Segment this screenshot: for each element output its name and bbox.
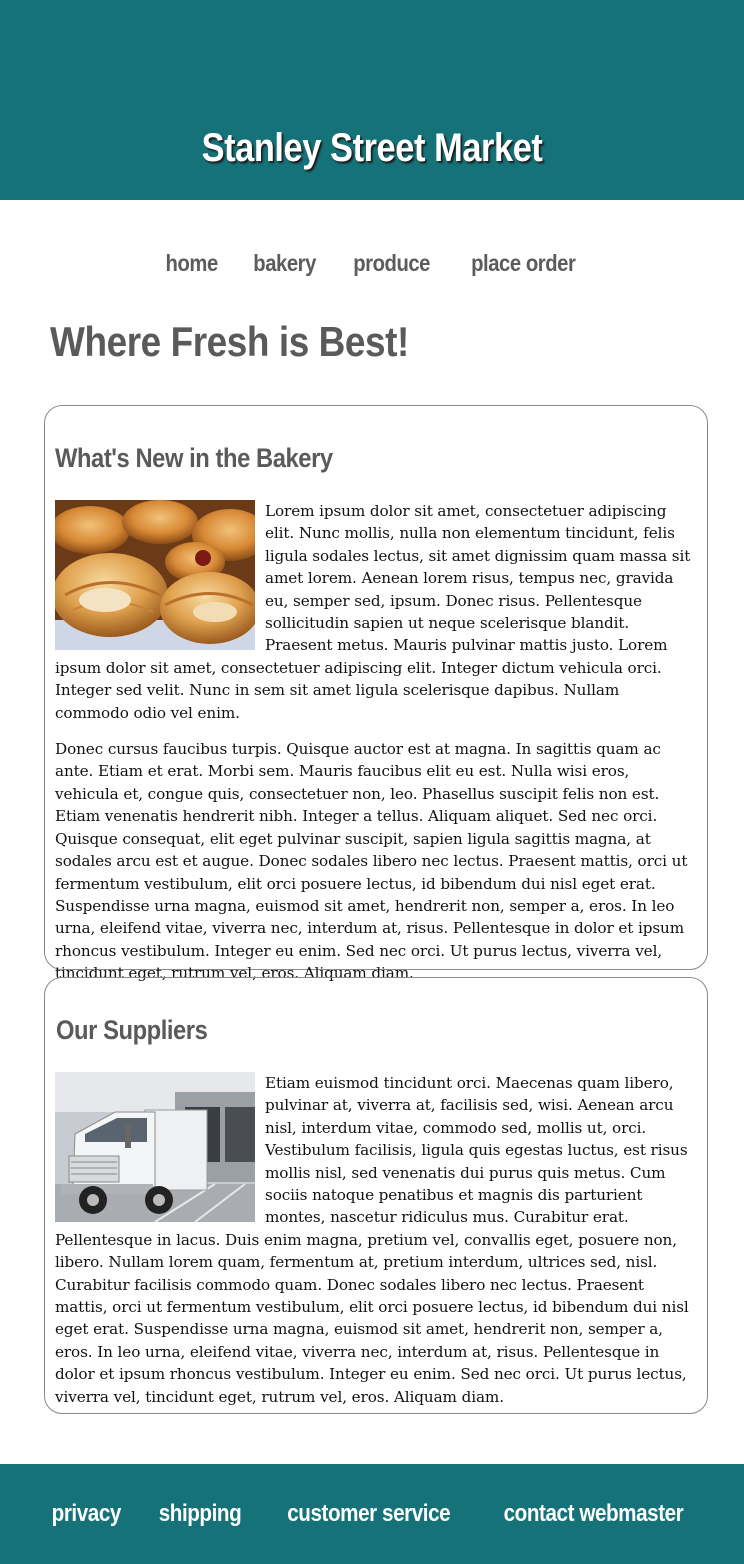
footer-nav: privacy shipping customer service contac… <box>0 1500 744 1528</box>
site-title: Stanley Street Market <box>201 126 543 170</box>
footer-link-contact-webmaster[interactable]: contact webmaster <box>504 1500 684 1528</box>
footer-link-privacy[interactable]: privacy <box>51 1500 121 1528</box>
nav-link-produce[interactable]: produce <box>354 250 431 277</box>
suppliers-section: Our Suppliers Etiam euismod tincidunt or… <box>44 977 708 1414</box>
bakery-paragraph-2: Donec cursus faucibus turpis. Quisque au… <box>55 740 688 983</box>
site-footer: privacy shipping customer service contac… <box>0 1464 744 1564</box>
nav-link-home[interactable]: home <box>165 250 218 277</box>
footer-link-customer-service[interactable]: customer service <box>287 1500 450 1528</box>
pastries-photo <box>55 500 255 650</box>
suppliers-heading: Our Suppliers <box>56 1015 208 1045</box>
nav-link-bakery[interactable]: bakery <box>254 250 317 277</box>
page-tagline: Where Fresh is Best! <box>50 318 409 365</box>
bakery-section: What's New in the Bakery Lorem ipsum dol… <box>44 405 708 982</box>
bakery-heading: What's New in the Bakery <box>55 443 333 473</box>
nav-link-place-order[interactable]: place order <box>471 250 576 277</box>
main-nav: home bakery produce place order <box>0 250 744 277</box>
footer-link-shipping[interactable]: shipping <box>159 1500 242 1528</box>
delivery-truck-photo <box>55 1072 255 1222</box>
site-header: Stanley Street Market <box>0 0 744 200</box>
